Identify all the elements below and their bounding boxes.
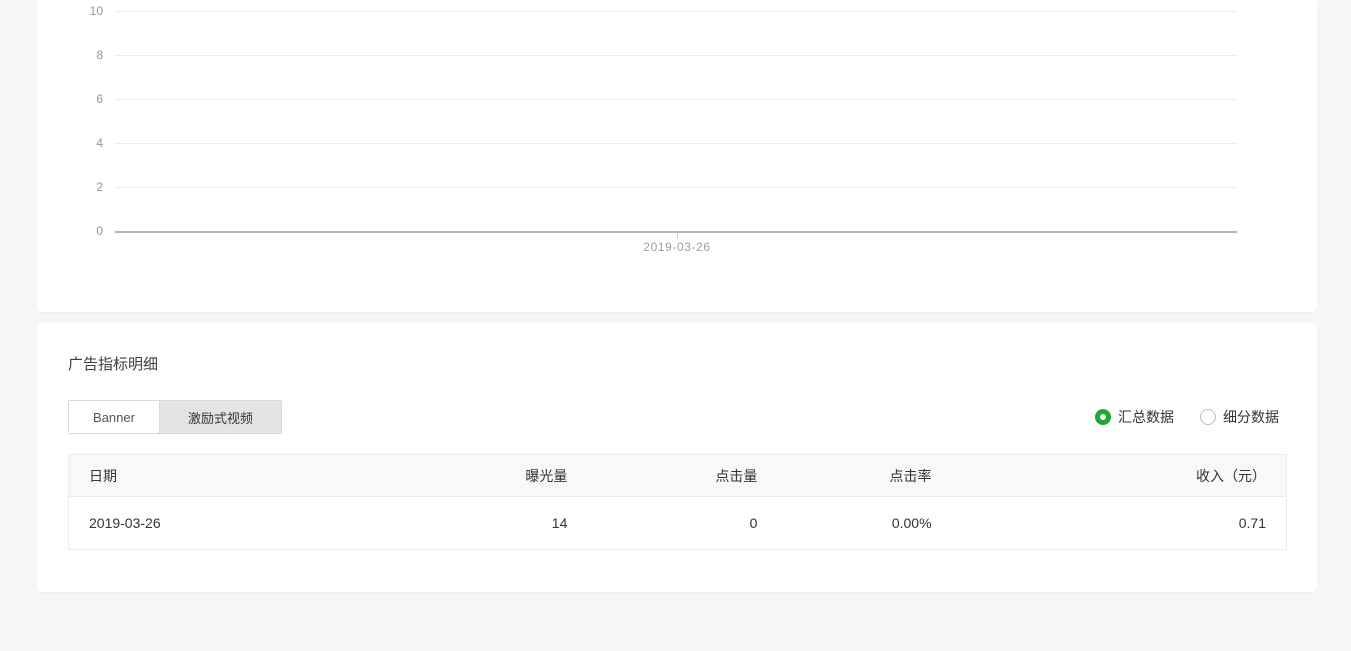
y-axis-tick-label: 6 — [96, 92, 103, 106]
column-header-ctr: 点击率 — [889, 467, 932, 484]
x-axis-tick-label: 2019-03-26 — [643, 240, 711, 254]
gridline — [115, 143, 1237, 144]
gridline — [115, 11, 1237, 12]
cell-ctr: 0.00% — [891, 515, 932, 531]
y-axis-tick-label: 2 — [96, 180, 103, 194]
gridline — [115, 55, 1237, 56]
line-chart: 0 2 4 6 8 10 — [37, 0, 1317, 312]
radio-label: 细分数据 — [1223, 409, 1279, 425]
gridline — [115, 99, 1237, 100]
x-axis-tick — [677, 233, 678, 238]
data-mode-radio-group: 汇总数据 细分数据 — [1095, 407, 1279, 427]
radio-label: 汇总数据 — [1118, 409, 1174, 425]
trend-chart-card: 0 2 4 6 8 10 2019-03-26 — [37, 0, 1317, 312]
radio-selected-icon — [1095, 409, 1111, 425]
radio-unselected-icon — [1200, 409, 1216, 425]
y-axis-tick-label: 0 — [96, 224, 103, 238]
radio-summary-data[interactable]: 汇总数据 — [1095, 407, 1174, 427]
column-header-revenue: 收入（元） — [1196, 467, 1266, 484]
column-header-impressions: 曝光量 — [525, 467, 568, 484]
column-header-clicks: 点击量 — [715, 467, 758, 484]
y-axis-tick-label: 10 — [89, 4, 103, 18]
metrics-table: 日期 曝光量 点击量 点击率 收入（元） 2019-03-26 14 0 0.0… — [68, 454, 1287, 550]
radio-segment-data[interactable]: 细分数据 — [1200, 407, 1279, 427]
cell-clicks: 0 — [749, 515, 758, 531]
tab-rewarded-video[interactable]: 激励式视频 — [159, 401, 281, 433]
y-axis-tick-label: 8 — [96, 48, 103, 62]
ad-type-tab-group: Banner 激励式视频 — [68, 400, 282, 434]
x-axis-line — [115, 231, 1237, 233]
column-header-date: 日期 — [89, 467, 117, 484]
cell-impressions: 14 — [551, 515, 568, 531]
cell-date: 2019-03-26 — [89, 515, 161, 531]
cell-revenue: 0.71 — [1238, 515, 1266, 531]
gridline — [115, 187, 1237, 188]
table-header-row: 日期 曝光量 点击量 点击率 收入（元） — [68, 454, 1287, 497]
section-title: 广告指标明细 — [68, 356, 159, 373]
ad-metrics-detail-card: 广告指标明细 Banner 激励式视频 汇总数据 细分数据 日期 曝光量 点击量… — [37, 323, 1317, 592]
tab-banner[interactable]: Banner — [69, 401, 159, 433]
y-axis-tick-label: 4 — [96, 136, 103, 150]
table-row: 2019-03-26 14 0 0.00% 0.71 — [68, 496, 1287, 550]
